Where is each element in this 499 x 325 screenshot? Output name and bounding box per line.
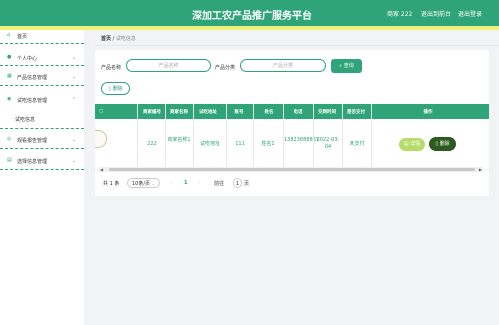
trash-icon: ▯ [108,86,112,92]
column-header: 商家名称 [170,110,188,115]
product-name-input[interactable]: 产品名称 [126,59,211,72]
category-label: 产品分类 [215,65,236,71]
pagination-total: 共 1 条 [103,181,120,187]
sidebar-item-profile[interactable]: ● 个人中心 ⌄ [0,53,84,64]
breadcrumb-home[interactable]: 首页 [101,36,111,42]
cell-time: 2022-03-04 [316,137,340,150]
scroll-left-icon[interactable]: ◀ [100,167,103,172]
table-header: □ 商家编号 商家名称 试吃地址 账号 姓名 电话 交网时间 是否支付 操作 [95,104,489,119]
goto-page-input[interactable]: 1 [233,178,242,188]
sidebar-item-products[interactable]: ▦ 产品信息管理 ⌄ [0,72,84,83]
column-header: 试吃地址 [199,110,217,115]
cell-merchant-name: 商家名称1 [167,137,191,143]
chevron-down-icon: ⌄ [72,55,77,61]
column-header: 商家编号 [143,110,161,115]
logout-link[interactable]: 退出登录 [458,9,482,18]
scroll-right-icon[interactable]: ▶ [479,167,482,172]
column-divider [253,104,254,169]
column-divider [371,104,372,169]
cell-name: 姓名1 [261,141,275,147]
column-divider [193,104,194,169]
sidebar-item-home[interactable]: ⌂ 首页 [0,31,84,42]
cell-paid: 未支付 [349,141,365,147]
column-header: 交网时间 [318,110,336,115]
grid-icon: ▦ [7,73,12,79]
sidebar-subitem-trial-info[interactable]: 试吃信息 [15,116,35,123]
prev-page-icon[interactable]: ‹ [170,180,172,186]
trash-icon: ▯ [435,141,439,147]
home-icon: ⌂ [7,32,11,38]
column-header: 姓名 [264,110,274,115]
batch-delete-button[interactable]: ▯ 删除 [101,82,130,95]
delete-button-label: 删除 [112,86,123,92]
column-header: 操作 [423,110,433,115]
goto-suffix: 页 [244,181,250,187]
sidebar-item-label: 首页 [17,34,28,40]
detail-button[interactable]: ▤ 详情 [399,138,425,151]
user-icon: ● [7,54,12,60]
pin-icon: ◉ [7,96,12,102]
scrollbar-thumb[interactable] [109,168,475,171]
column-divider [342,104,343,169]
sidebar-item-label: 选择信息管理 [17,159,48,165]
cell-phone: 13823888881 [284,137,319,143]
breadcrumb: 首页 / 试吃信息 [101,35,136,42]
chevron-up-icon: ⌃ [72,97,77,103]
search-icon: ⌕ [339,63,343,69]
sidebar-divider [0,85,84,86]
column-divider [226,104,227,169]
page-size-value: 10条/页 [131,181,151,187]
chevron-down-icon: ⌄ [72,158,77,164]
check-circle-icon: ◎ [7,136,12,142]
search-button[interactable]: ⌕ 查询 [331,59,362,73]
goto-label: 前往 [214,181,225,187]
sidebar-divider [0,128,84,129]
chevron-down-icon: ⌄ [72,137,77,143]
document-icon: ▤ [403,141,409,147]
column-header: 电话 [293,110,303,115]
app-title: 深加工农产品推广服务平台 [192,11,312,22]
sidebar-item-label: 个人中心 [17,56,38,62]
column-divider [313,104,314,169]
cell-address: 试吃地址 [199,141,220,147]
search-button-label: 查询 [343,63,354,69]
sidebar-item-label: 产品信息管理 [17,75,48,81]
row-delete-button[interactable]: ▯ 删除 [429,137,456,151]
next-page-icon[interactable]: › [198,180,200,186]
column-header: 账号 [234,110,244,115]
horizontal-scrollbar[interactable]: ◀ ▶ [99,167,483,172]
row-delete-label: 删除 [439,141,450,147]
breadcrumb-current: 试吃信息 [115,36,136,42]
cell-account: 111 [235,141,245,147]
page-size-select[interactable]: 10条/页 ⌄ [127,178,160,188]
column-divider [283,104,284,169]
breadcrumb-divider [95,45,499,46]
sidebar-divider [0,148,84,149]
category-input[interactable]: 产品分类 [240,59,326,72]
detail-button-label: 详情 [410,141,421,147]
column-header: 是否支付 [347,110,365,115]
sidebar-divider [0,169,84,170]
exit-to-frontend-link[interactable]: 退出到前台 [421,9,451,18]
sidebar-item-label: 试吃信息管理 [17,98,48,104]
column-header-checkbox[interactable]: □ [99,109,103,114]
cell-merchant-no: 222 [147,141,157,147]
doc-icon: ▤ [7,157,12,163]
sidebar-divider [0,65,84,66]
sidebar-item-reports[interactable]: ◎ 观看报告管理 ⌄ [0,135,84,146]
chevron-down-icon: ⌄ [72,74,77,80]
breadcrumb-separator: / [112,36,115,42]
chevron-down-icon: ⌄ [151,181,155,186]
sidebar-item-trial[interactable]: ◉ 试吃信息管理 ⌃ [0,95,84,106]
sidebar-item-selection[interactable]: ▤ 选择信息管理 ⌄ [0,156,84,167]
sidebar-divider [0,43,84,44]
user-label: 商家 222 [387,11,413,18]
column-divider [165,104,166,169]
sidebar-item-label: 观看报告管理 [17,138,48,144]
column-divider [137,104,138,169]
product-name-label: 产品名称 [101,65,122,71]
page-number-current[interactable]: 1 [184,180,187,186]
